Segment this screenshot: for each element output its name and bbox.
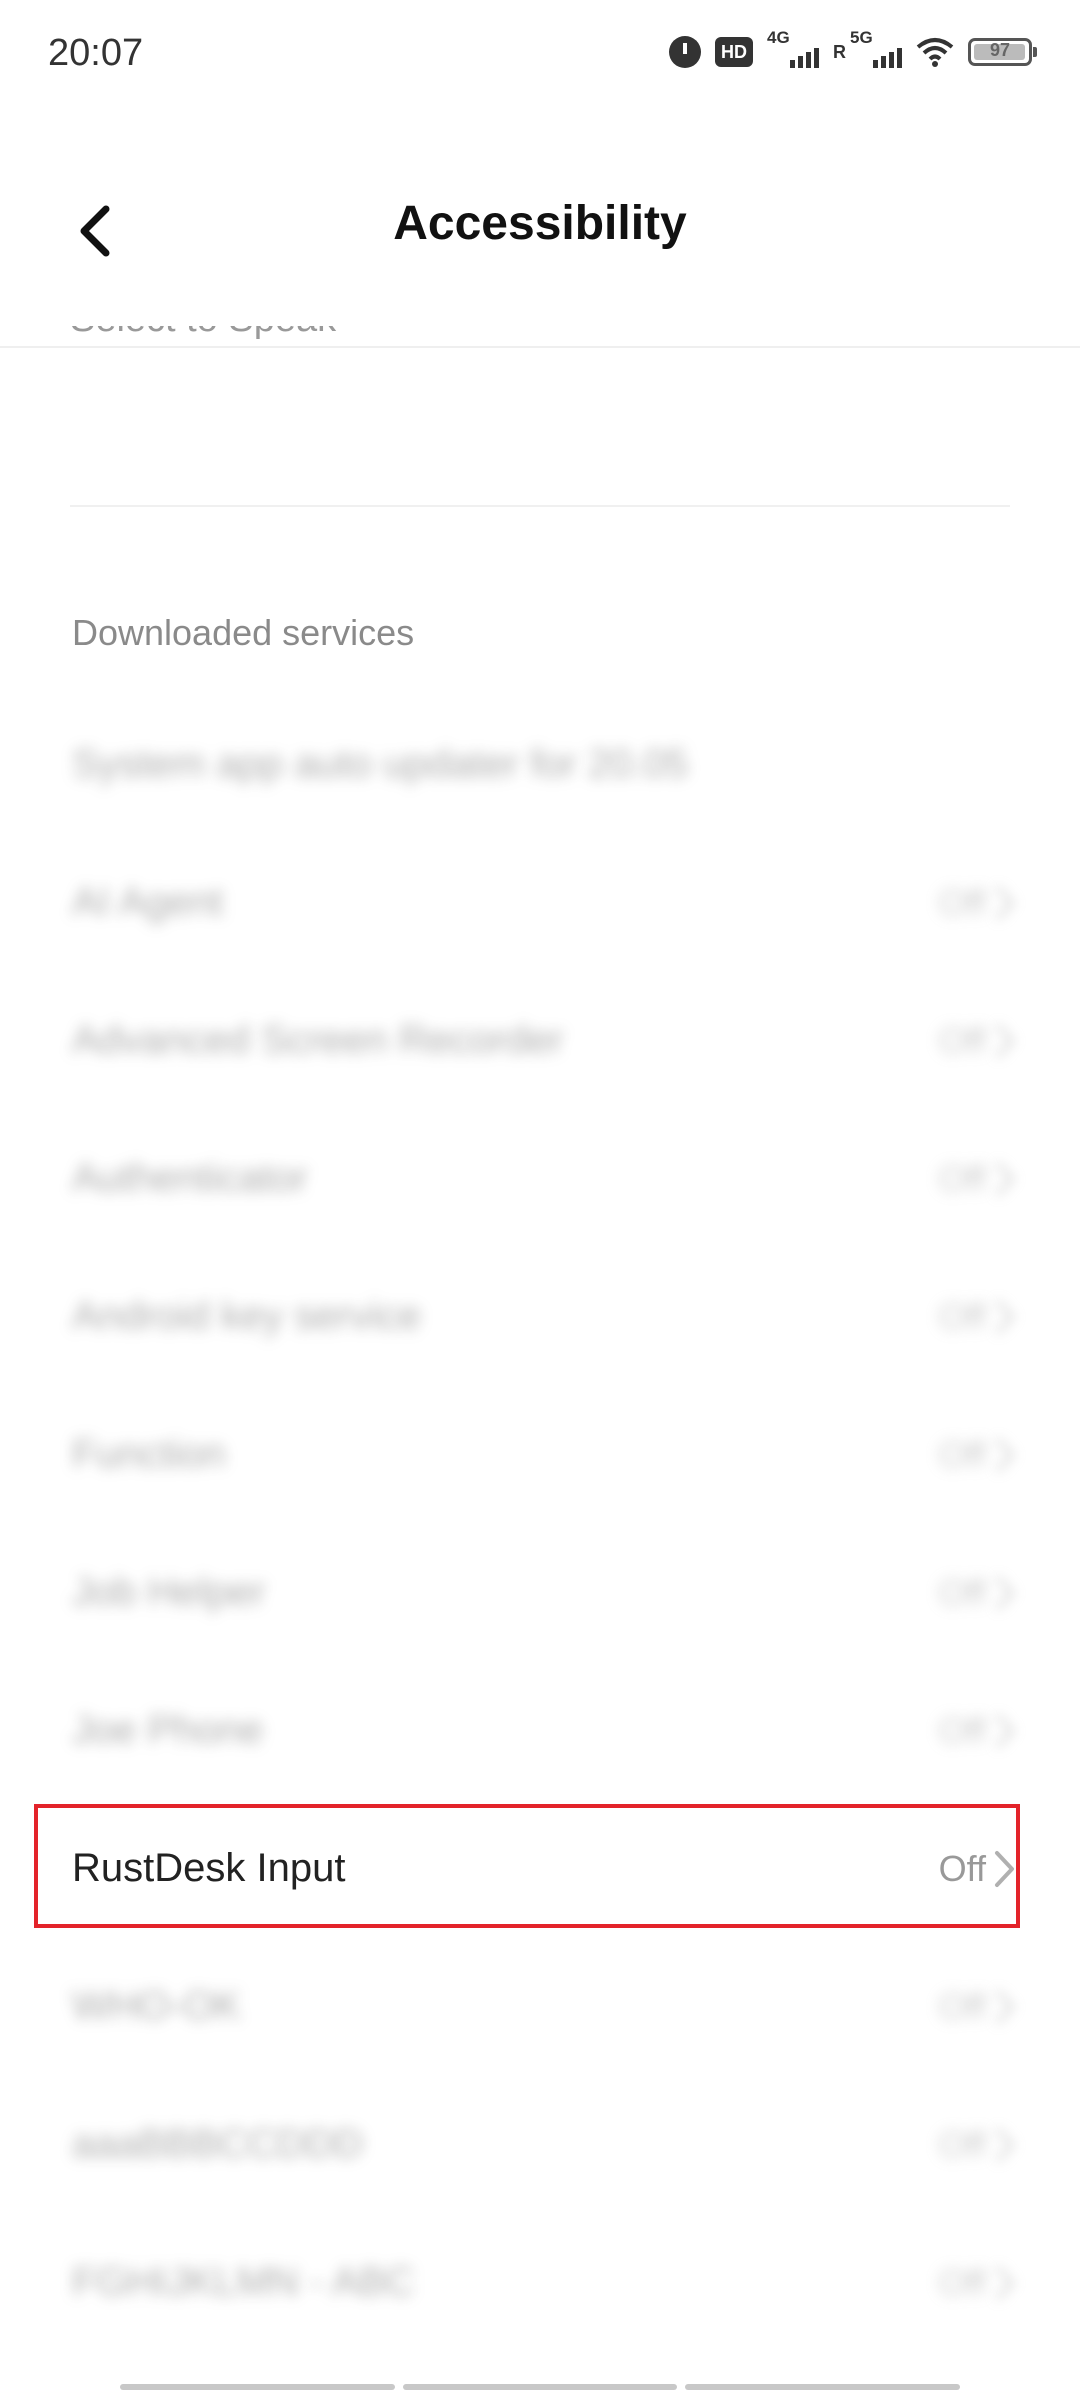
chevron-right-icon xyxy=(995,885,1015,921)
list-item[interactable]: WHO-OK Off xyxy=(0,1940,1080,2078)
service-label: System app auto updater for 20.05 xyxy=(72,742,688,786)
service-label: Job Helper xyxy=(72,1570,266,1614)
app-header: Accessibility xyxy=(0,120,1080,348)
service-label: FGHIJKLMN - ABC xyxy=(72,2260,415,2304)
roaming-label: R xyxy=(833,41,846,62)
service-label: aaaBBBCCDDD xyxy=(72,2122,364,2166)
chevron-right-icon xyxy=(995,2127,1015,2163)
list-item[interactable]: Joe Phone Off xyxy=(0,1664,1080,1802)
wifi-icon xyxy=(916,38,954,67)
status-bar: 20:07 HD 4G R 5G 97 xyxy=(0,0,1080,120)
service-label: Authenticator xyxy=(72,1156,308,1200)
service-status: Off xyxy=(938,1296,986,1337)
list-item[interactable]: Advanced Screen Recorder Off xyxy=(0,974,1080,1112)
chevron-right-icon xyxy=(995,1437,1015,1473)
chevron-right-icon xyxy=(995,2265,1015,2301)
chevron-right-icon xyxy=(995,1989,1015,2025)
highlight-box xyxy=(34,1804,1020,1928)
chevron-right-icon xyxy=(995,1713,1015,1749)
list-item[interactable]: FGHIJKLMN - ABC Off xyxy=(0,2216,1080,2354)
alarm-icon xyxy=(669,36,701,68)
service-status: Off xyxy=(938,2262,986,2303)
service-label: Joe Phone xyxy=(72,1708,264,1752)
signal-4g-label: 4G xyxy=(767,28,790,47)
signal-4g-icon: 4G xyxy=(767,28,819,70)
service-status: Off xyxy=(938,882,986,923)
chevron-right-icon xyxy=(995,1023,1015,1059)
service-status: Off xyxy=(938,1020,986,1061)
service-label: Advanced Screen Recorder xyxy=(72,1018,564,1062)
list-item[interactable]: System app auto updater for 20.05 xyxy=(0,698,1080,836)
chevron-right-icon xyxy=(995,1575,1015,1611)
section-header-downloaded-services: Downloaded services xyxy=(72,612,415,653)
service-status: Off xyxy=(938,1158,986,1199)
status-time: 20:07 xyxy=(48,32,144,74)
service-label: WHO-OK xyxy=(72,1984,241,2028)
signal-5g-label: 5G xyxy=(850,28,873,47)
divider xyxy=(70,505,1010,507)
page-title: Accessibility xyxy=(393,197,687,250)
hd-icon: HD xyxy=(715,37,753,67)
clipped-list-item: Select to Speak xyxy=(70,326,370,350)
service-status: Off xyxy=(938,1710,986,1751)
service-label: Android key service xyxy=(72,1294,422,1338)
list-item[interactable]: Function Off xyxy=(0,1388,1080,1526)
service-status: Off xyxy=(938,1434,986,1475)
service-status: Off xyxy=(938,1572,986,1613)
service-status: Off xyxy=(938,2124,986,2165)
list-item[interactable]: Job Helper Off xyxy=(0,1526,1080,1664)
service-status: Off xyxy=(938,1986,986,2027)
scroll-indicator xyxy=(120,2384,961,2390)
battery-level: 97 xyxy=(989,40,1011,60)
list-item[interactable]: AI Agent Off xyxy=(0,836,1080,974)
chevron-right-icon xyxy=(995,1161,1015,1197)
signal-5g-icon: 5G xyxy=(850,28,902,70)
battery-icon: 97 xyxy=(968,38,1037,66)
clipped-list-item-label: Select to Speak xyxy=(70,326,370,341)
chevron-right-icon xyxy=(995,1299,1015,1335)
service-label: AI Agent xyxy=(72,880,224,924)
services-list: System app auto updater for 20.05 AI Age… xyxy=(0,698,1080,2354)
status-icons: HD 4G R 5G 97 xyxy=(669,28,1037,70)
list-item[interactable]: aaaBBBCCDDD Off xyxy=(0,2078,1080,2216)
list-item[interactable]: Authenticator Off xyxy=(0,1112,1080,1250)
service-label: Function xyxy=(72,1432,226,1476)
list-item[interactable]: Android key service Off xyxy=(0,1250,1080,1388)
